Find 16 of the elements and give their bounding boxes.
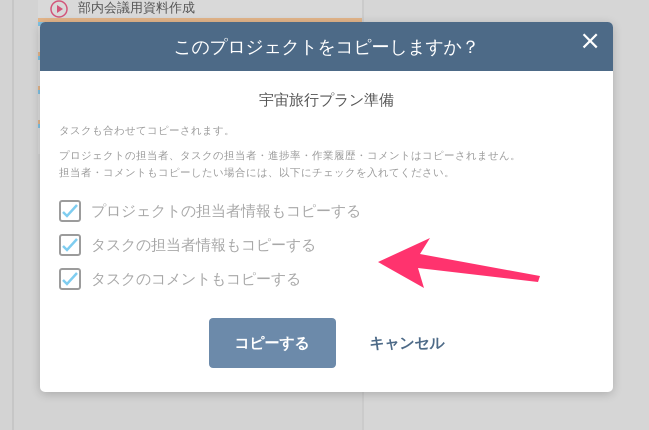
project-name: 宇宙旅行プラン準備 [258,91,395,110]
checkbox[interactable] [59,268,81,290]
dialog-title: このプロジェクトをコピーしますか？ [174,36,480,58]
option-label: タスクのコメントもコピーする [91,270,301,288]
cancel-link[interactable]: キャンセル [370,334,444,352]
play-icon [50,0,68,18]
close-button[interactable]: × [575,26,605,58]
note-text: タスクも合わせてコピーされます。 [59,124,236,138]
description-text: プロジェクトの担当者、タスクの担当者・進捗率・作業履歴・コメントはコピーされません。 担当者・コメントもコピーしたい場合には、以下にチェックを入れてください。 [59,149,522,181]
task-row[interactable]: 部内会議用資料作成 [38,0,362,18]
task-title: 部内会議用資料作成 [78,1,195,17]
option-label: タスクの担当者情報もコピーする [91,236,316,254]
checkbox[interactable] [59,234,81,256]
copy-button[interactable]: コピーする [208,318,336,368]
checkbox[interactable] [59,200,81,222]
option-label: プロジェクトの担当者情報もコピーする [91,202,361,220]
